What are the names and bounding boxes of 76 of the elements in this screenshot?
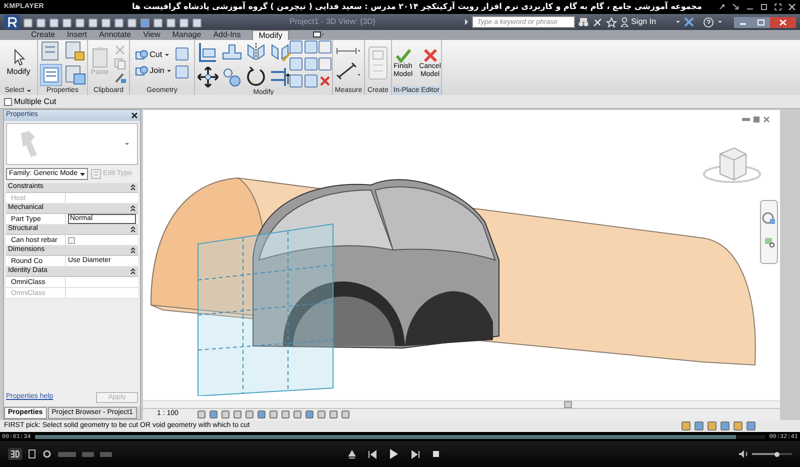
star-icon[interactable] [606, 16, 618, 28]
cut-geometry-icon [134, 49, 148, 61]
delete-icon[interactable] [318, 74, 332, 88]
navigation-bar-icon[interactable] [760, 200, 778, 264]
mirror-axis-icon[interactable] [244, 40, 267, 62]
cancel-x-icon [422, 47, 438, 63]
cut-geometry-button[interactable]: Cut [134, 49, 172, 61]
next-icon[interactable] [411, 450, 420, 458]
ribbon-tab[interactable]: View [142, 30, 162, 40]
satellite-icon[interactable] [592, 17, 604, 27]
shrink-icon[interactable] [732, 3, 740, 11]
trim-extend-icon[interactable] [268, 66, 291, 88]
close-icon[interactable] [788, 3, 796, 11]
edit-type-icon [91, 169, 101, 179]
checkbox[interactable] [4, 98, 12, 106]
playlist-icon[interactable] [28, 449, 36, 459]
check-icon [394, 47, 412, 63]
binoculars-icon[interactable] [578, 17, 590, 27]
exchange-icon[interactable] [684, 17, 694, 27]
family-types-icon[interactable] [64, 64, 86, 86]
join-geometry-button[interactable]: Join [134, 65, 172, 77]
minimize-icon[interactable] [734, 16, 752, 28]
caret-icon [164, 52, 170, 58]
move-icon[interactable] [197, 66, 219, 88]
modify-tool-button[interactable]: Modify [6, 48, 30, 78]
restore-icon[interactable] [752, 16, 770, 28]
speaker-icon[interactable] [738, 449, 748, 459]
panel-toggle-icon[interactable] [313, 31, 326, 39]
collapse-icon[interactable] [130, 268, 136, 275]
document-title: Project1 - 3D View: {3D} [288, 16, 377, 28]
scroll-thumb-icon[interactable] [564, 401, 572, 408]
collapse-icon[interactable] [130, 184, 136, 191]
collapse-icon[interactable] [130, 205, 136, 212]
play-icon[interactable] [389, 449, 399, 459]
measure-distance-icon[interactable] [336, 46, 361, 56]
app-logo-icon[interactable] [4, 15, 20, 29]
stop-icon[interactable] [432, 450, 440, 458]
match-properties-icon[interactable] [113, 70, 127, 84]
eject-icon[interactable] [348, 450, 356, 458]
checkbox-label: Multiple Cut [14, 96, 56, 108]
properties-palette-icon[interactable] [40, 64, 62, 86]
ribbon-tab[interactable]: Add-Ins [212, 30, 242, 40]
copy-element-icon[interactable] [220, 66, 243, 88]
aligned-dimension-icon[interactable] [336, 62, 361, 80]
person-icon [620, 17, 630, 27]
ribbon-tab[interactable]: Modify [252, 30, 290, 40]
expand-arrow-icon[interactable] [463, 18, 470, 26]
help-icon[interactable] [703, 16, 714, 28]
gear-icon[interactable] [42, 449, 52, 459]
rotate-icon[interactable] [244, 66, 267, 88]
align-icon[interactable] [197, 40, 219, 62]
restore-icon[interactable] [753, 116, 760, 123]
join-geometry-icon [134, 65, 148, 77]
clipboard-icon [90, 47, 110, 68]
ribbon-tab[interactable]: Manage [171, 30, 202, 40]
ribbon-tab[interactable]: Create [30, 30, 56, 40]
caret-icon [166, 68, 172, 74]
caret-icon[interactable] [675, 19, 681, 25]
ribbon-tab[interactable]: Insert [66, 30, 88, 40]
close-icon[interactable] [131, 112, 138, 119]
maximize-icon[interactable] [760, 3, 768, 11]
previous-icon[interactable] [368, 450, 377, 458]
caret-icon[interactable] [125, 142, 129, 146]
caret-icon [80, 172, 85, 176]
checkbox[interactable] [68, 236, 75, 244]
video-title: مجموعه آموزشی جامع ، گام به گام و کاربردی نرم افزار رویت آرکیتکچر ۲۰۱۴ مدرس : سعید فدایی ( تیچرمن ) گروه آموزشی پادشاه گرافیست ها [131, 1, 702, 13]
collapse-icon[interactable] [130, 247, 136, 254]
3d-mode-icon[interactable] [8, 448, 22, 460]
family-category-icon[interactable] [64, 40, 86, 62]
ribbon-tab[interactable]: Annotate [98, 30, 132, 40]
fullscreen-icon[interactable] [774, 3, 782, 11]
close-icon[interactable] [770, 16, 796, 28]
collapse-icon[interactable] [130, 226, 136, 233]
caret-icon[interactable] [717, 19, 723, 25]
sign-in-button[interactable]: Sign In [620, 16, 656, 28]
volume-slider-thumb[interactable] [774, 452, 780, 456]
